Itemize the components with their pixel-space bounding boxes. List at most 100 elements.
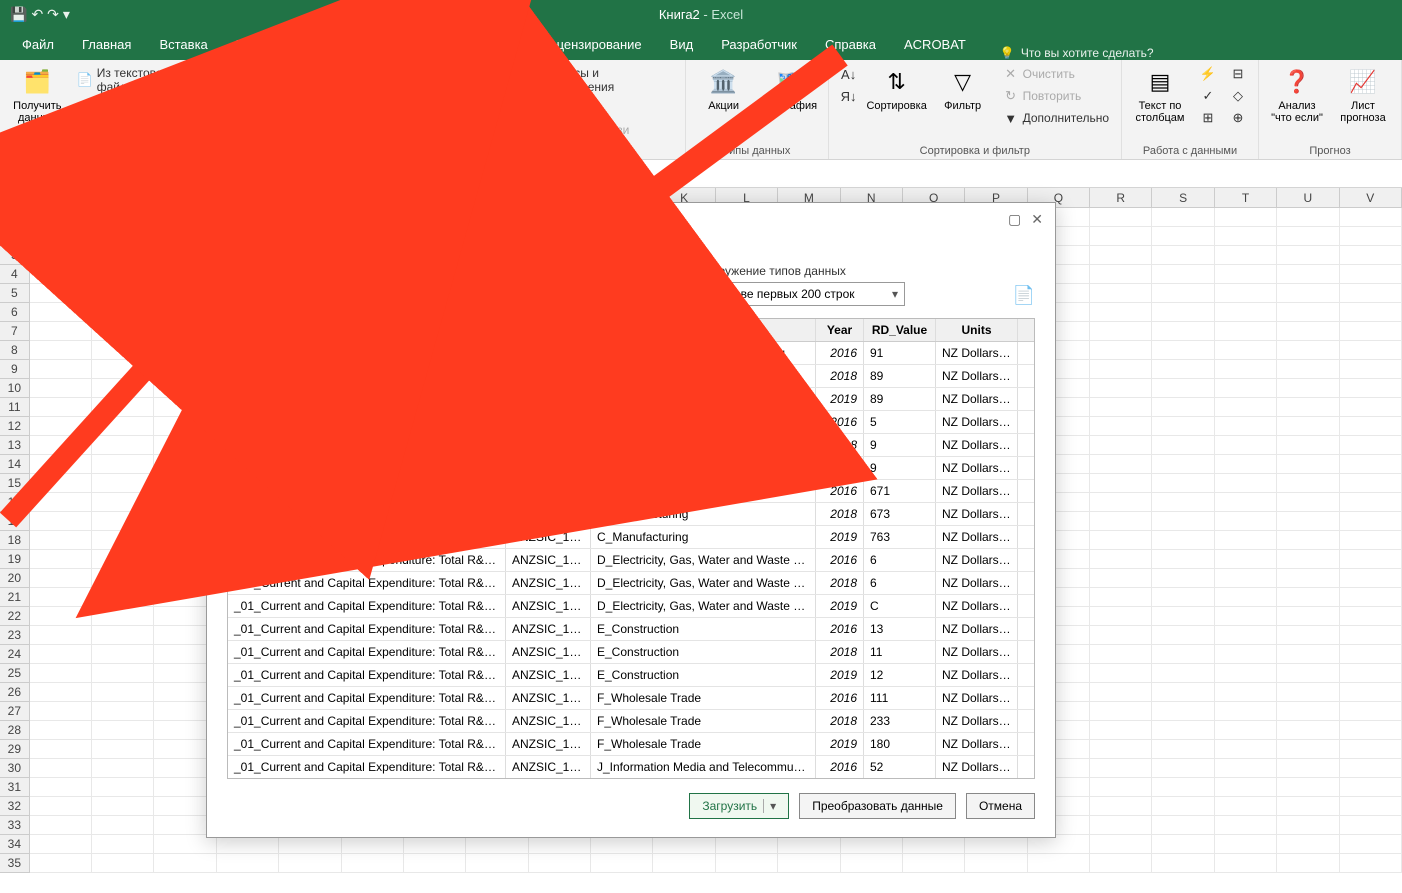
cell[interactable]	[1152, 208, 1214, 227]
row-header[interactable]: 4	[0, 265, 30, 284]
cell[interactable]	[30, 797, 92, 816]
cell[interactable]	[1090, 227, 1152, 246]
cell[interactable]	[1277, 835, 1339, 854]
cell[interactable]	[1090, 341, 1152, 360]
row-header[interactable]: 1	[0, 208, 30, 227]
cell[interactable]	[1090, 569, 1152, 588]
cell[interactable]	[92, 208, 154, 227]
cell[interactable]	[1340, 740, 1402, 759]
cell[interactable]	[1152, 227, 1214, 246]
cell[interactable]	[1277, 436, 1339, 455]
cell[interactable]	[1277, 398, 1339, 417]
cell[interactable]	[92, 493, 154, 512]
cell[interactable]	[1090, 474, 1152, 493]
refresh-all-button[interactable]: 🔄 Обновить все	[452, 64, 511, 126]
row-header[interactable]: 21	[0, 588, 30, 607]
cell[interactable]	[92, 778, 154, 797]
row-header[interactable]: 31	[0, 778, 30, 797]
cell[interactable]	[1152, 835, 1214, 854]
cell[interactable]	[92, 303, 154, 322]
row-header[interactable]: 34	[0, 835, 30, 854]
row-header[interactable]: 32	[0, 797, 30, 816]
cell[interactable]	[92, 341, 154, 360]
cell[interactable]	[1152, 740, 1214, 759]
cell[interactable]	[1090, 379, 1152, 398]
load-button[interactable]: Загрузить▾	[689, 793, 789, 819]
tab-данные[interactable]: Данные	[452, 29, 527, 60]
cell[interactable]	[1090, 398, 1152, 417]
cell[interactable]	[1152, 778, 1214, 797]
sort-desc-button[interactable]: Я↓	[837, 86, 861, 106]
preview-col-header[interactable]: RD_Value	[864, 319, 936, 341]
cell[interactable]	[1340, 531, 1402, 550]
row-header[interactable]: 24	[0, 645, 30, 664]
cell[interactable]	[1277, 341, 1339, 360]
cell[interactable]	[30, 740, 92, 759]
cell[interactable]	[30, 607, 92, 626]
cell[interactable]	[1152, 303, 1214, 322]
cell[interactable]	[1215, 436, 1277, 455]
cell[interactable]	[30, 474, 92, 493]
cell[interactable]	[1215, 702, 1277, 721]
cell[interactable]	[1277, 721, 1339, 740]
cell[interactable]	[1277, 645, 1339, 664]
cell[interactable]	[1340, 721, 1402, 740]
cell[interactable]	[1340, 303, 1402, 322]
cell[interactable]	[92, 816, 154, 835]
accept-formula-icon[interactable]: ✓	[116, 167, 126, 181]
cell[interactable]	[1340, 322, 1402, 341]
cell[interactable]	[1152, 607, 1214, 626]
tab-разработчик[interactable]: Разработчик	[707, 29, 811, 60]
cell[interactable]	[1277, 588, 1339, 607]
cell[interactable]	[1215, 227, 1277, 246]
cell[interactable]	[1340, 493, 1402, 512]
cell[interactable]	[1340, 816, 1402, 835]
cell[interactable]	[1090, 816, 1152, 835]
cell[interactable]	[1277, 379, 1339, 398]
existing-connections-button[interactable]: 🔗Существующие подключения	[248, 86, 436, 118]
cancel-button[interactable]: Отмена	[966, 793, 1035, 819]
cell[interactable]	[1090, 531, 1152, 550]
recent-sources-button[interactable]: 🕘Последние источники	[248, 64, 436, 84]
cell[interactable]	[92, 379, 154, 398]
cell[interactable]	[1090, 588, 1152, 607]
tab-формулы[interactable]: Формулы	[368, 29, 453, 60]
cell[interactable]	[1215, 835, 1277, 854]
cell[interactable]	[1277, 512, 1339, 531]
cell[interactable]	[1152, 474, 1214, 493]
cell[interactable]	[30, 702, 92, 721]
tab-справка[interactable]: Справка	[811, 29, 890, 60]
cell[interactable]	[653, 854, 715, 873]
cell[interactable]	[30, 835, 92, 854]
cell[interactable]	[1090, 607, 1152, 626]
row-header[interactable]: 26	[0, 683, 30, 702]
cell[interactable]	[1215, 379, 1277, 398]
cell[interactable]	[1340, 512, 1402, 531]
cell[interactable]	[30, 436, 92, 455]
row-header[interactable]: 28	[0, 721, 30, 740]
cell[interactable]	[1152, 854, 1214, 873]
cell[interactable]	[1340, 569, 1402, 588]
cell[interactable]	[1090, 303, 1152, 322]
cell[interactable]	[30, 265, 92, 284]
row-header[interactable]: 20	[0, 569, 30, 588]
maximize-icon[interactable]: ▢	[1008, 211, 1021, 228]
row-header[interactable]: 3	[0, 246, 30, 265]
row-header[interactable]: 9	[0, 360, 30, 379]
cell[interactable]	[1215, 626, 1277, 645]
cell[interactable]	[1152, 493, 1214, 512]
cell[interactable]	[1152, 512, 1214, 531]
detection-select[interactable]: На основе первых 200 строк▾	[689, 282, 905, 306]
cell[interactable]	[1215, 645, 1277, 664]
cell[interactable]	[1215, 341, 1277, 360]
preview-col-header[interactable]: Breakdown	[506, 319, 591, 341]
filter-button[interactable]: ▽Фильтр	[933, 64, 993, 114]
cell[interactable]	[1152, 360, 1214, 379]
cell[interactable]	[1152, 341, 1214, 360]
cell[interactable]	[1277, 474, 1339, 493]
cell[interactable]	[92, 398, 154, 417]
cell[interactable]	[1215, 360, 1277, 379]
tab-вставка[interactable]: Вставка	[145, 29, 221, 60]
tab-acrobat[interactable]: ACROBAT	[890, 29, 980, 60]
cell[interactable]	[92, 721, 154, 740]
